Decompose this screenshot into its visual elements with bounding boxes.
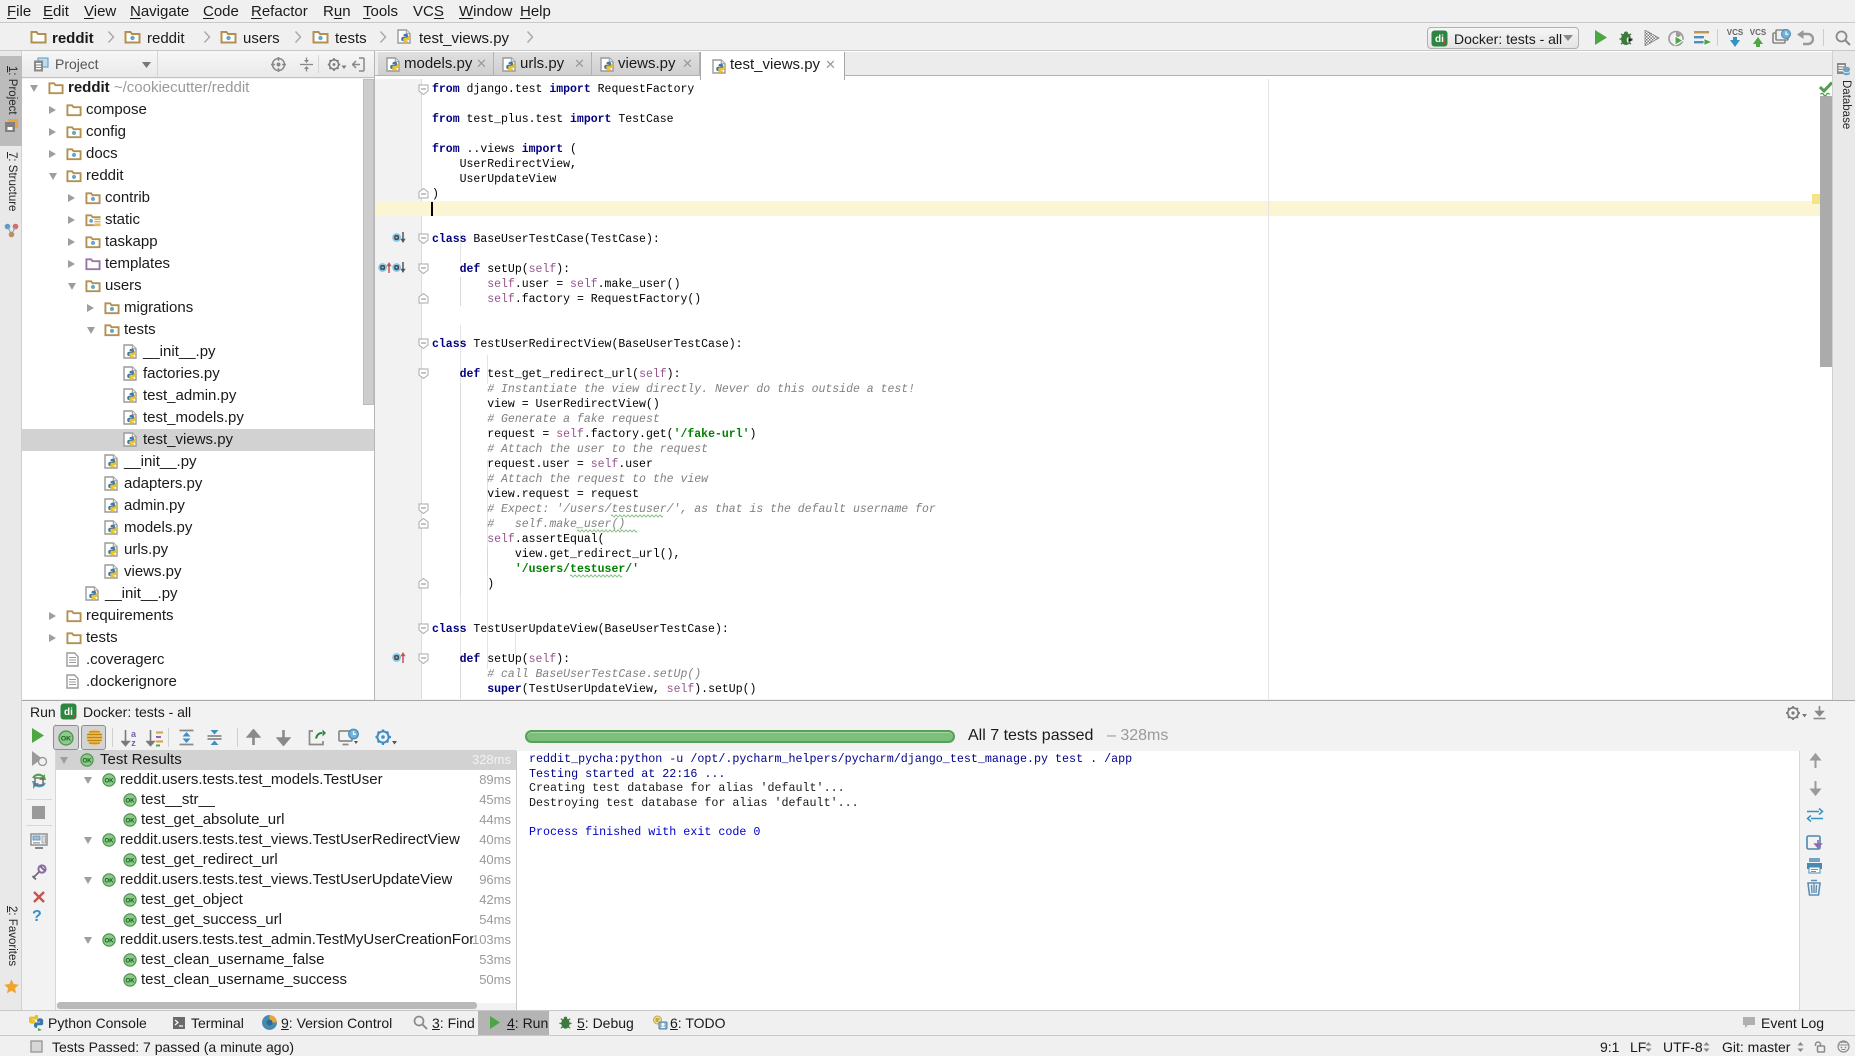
svg-text:z: z [131,738,136,747]
svg-text:di: di [64,707,73,718]
svg-text:VCS: VCS [1750,28,1767,37]
svg-text:VCS: VCS [1727,28,1744,37]
svg-text:di: di [1435,34,1444,45]
